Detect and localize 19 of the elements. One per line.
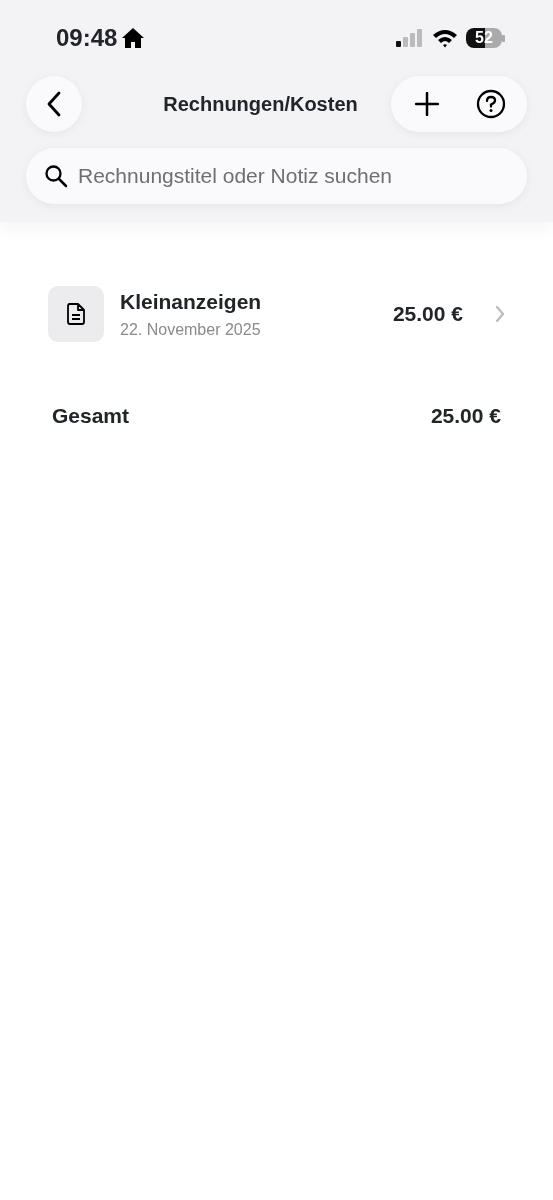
page-title: Rechnungen/Kosten <box>163 92 358 117</box>
signal-icon <box>396 29 424 47</box>
invoice-row[interactable]: Kleinanzeigen 22. November 2025 25.00 € <box>48 286 505 342</box>
chevron-icon <box>495 305 505 323</box>
search-field[interactable]: Rechnungstitel oder Notiz suchen <box>26 148 527 204</box>
status-time: 09:48 <box>56 23 118 53</box>
total-label: Gesamt <box>52 403 130 429</box>
invoice-title: Kleinanzeigen <box>120 289 263 316</box>
back-icon <box>46 91 62 117</box>
total-amount: 25.00 € <box>430 403 501 429</box>
add-icon <box>415 92 439 117</box>
help-icon <box>476 89 506 119</box>
search-icon <box>44 164 68 188</box>
invoice-date: 22. November 2025 <box>120 319 262 340</box>
home-icon <box>121 27 146 49</box>
battery-tip-icon <box>502 34 505 42</box>
invoice-amount: 25.00 € <box>392 301 463 328</box>
wifi-icon <box>432 28 458 48</box>
document-icon <box>48 286 104 342</box>
